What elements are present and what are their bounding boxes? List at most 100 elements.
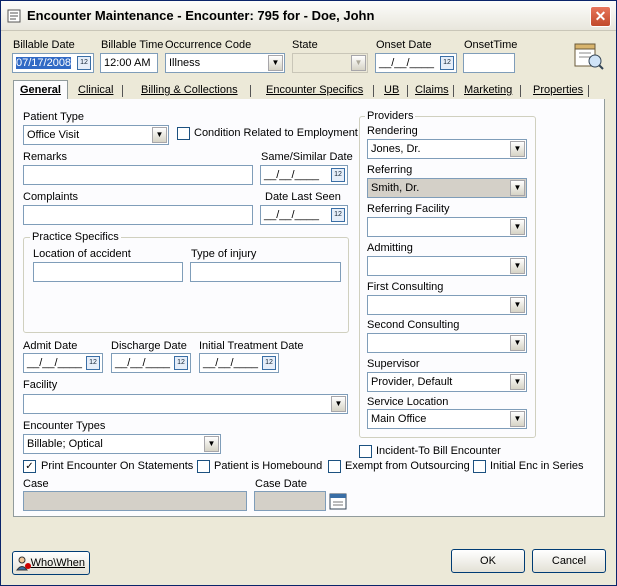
window-title: Encounter Maintenance - Encounter: 795 f…	[27, 8, 375, 23]
billable-date-field[interactable]: 07/17/2008 12	[12, 53, 94, 73]
referring-facility-select[interactable]: ▼	[367, 217, 527, 237]
incident-to-checkbox[interactable]	[359, 445, 372, 458]
encounter-types-label: Encounter Types	[23, 420, 106, 432]
rendering-select[interactable]: Jones, Dr. ▼	[367, 139, 527, 159]
tab-properties[interactable]: Properties	[527, 82, 589, 100]
condition-related-checkbox[interactable]	[177, 127, 190, 140]
discharge-date-value: __/__/____	[115, 357, 171, 369]
patient-homebound-checkbox[interactable]	[197, 460, 210, 473]
supervisor-select[interactable]: Provider, Default ▼	[367, 372, 527, 392]
print-on-statements-checkbox[interactable]: ✓	[23, 460, 36, 473]
billable-date-value: 07/17/2008	[16, 57, 72, 69]
date-last-seen-field[interactable]: __/__/____ 12	[260, 205, 348, 225]
chevron-down-icon[interactable]: ▼	[510, 180, 525, 196]
who-when-button[interactable]: Who\When	[12, 551, 90, 575]
case-label: Case	[23, 478, 49, 490]
case-field[interactable]	[23, 491, 247, 511]
type-of-injury-label: Type of injury	[191, 248, 257, 260]
chevron-down-icon[interactable]: ▼	[510, 335, 525, 351]
discharge-date-calendar-icon[interactable]: 12	[174, 356, 188, 370]
incident-to-label: Incident-To Bill Encounter	[376, 445, 501, 457]
onset-time-field[interactable]	[463, 53, 515, 73]
initial-treatment-date-field[interactable]: __/__/____ 12	[199, 353, 279, 373]
initial-enc-checkbox[interactable]	[473, 460, 486, 473]
chevron-down-icon[interactable]: ▼	[510, 141, 525, 157]
cancel-button[interactable]: Cancel	[532, 549, 606, 573]
providers-title: Providers	[365, 110, 416, 122]
location-of-accident-field[interactable]	[33, 262, 183, 282]
billable-date-calendar-icon[interactable]: 12	[77, 56, 91, 70]
close-button[interactable]: ✕	[590, 6, 611, 27]
supervisor-value: Provider, Default	[371, 376, 453, 388]
admit-date-value: __/__/____	[27, 357, 83, 369]
rendering-label: Rendering	[367, 125, 418, 137]
admit-date-field[interactable]: __/__/____ 12	[23, 353, 103, 373]
chevron-down-icon[interactable]: ▼	[510, 297, 525, 313]
tab-claims[interactable]: Claims	[409, 82, 455, 100]
tab-general[interactable]: General	[13, 80, 68, 100]
discharge-date-field[interactable]: __/__/____ 12	[111, 353, 191, 373]
admitting-select[interactable]: ▼	[367, 256, 527, 276]
complaints-field[interactable]	[23, 205, 253, 225]
onset-time-label: OnsetTime	[464, 39, 518, 51]
practice-specifics-title: Practice Specifics	[30, 231, 121, 243]
same-similar-date-field[interactable]: __/__/____ 12	[260, 165, 348, 185]
chevron-down-icon[interactable]: ▼	[268, 55, 283, 71]
print-on-statements-label: Print Encounter On Statements	[41, 460, 194, 472]
case-date-field[interactable]	[254, 491, 326, 511]
service-location-select[interactable]: Main Office ▼	[367, 409, 527, 429]
type-of-injury-field[interactable]	[190, 262, 341, 282]
exempt-outsourcing-checkbox[interactable]	[328, 460, 341, 473]
onset-date-field[interactable]: __/__/____ 12	[375, 53, 457, 73]
occurrence-code-select[interactable]: Illness ▼	[165, 53, 285, 73]
admit-date-calendar-icon[interactable]: 12	[86, 356, 100, 370]
chevron-down-icon[interactable]: ▼	[351, 55, 366, 71]
same-similar-date-calendar-icon[interactable]: 12	[331, 168, 345, 182]
second-consulting-select[interactable]: ▼	[367, 333, 527, 353]
tab-marketing[interactable]: Marketing	[458, 82, 518, 100]
facility-label: Facility	[23, 379, 58, 391]
condition-related-label: Condition Related to Employment	[194, 127, 358, 139]
encounter-maintenance-window: Encounter Maintenance - Encounter: 795 f…	[0, 0, 617, 586]
chevron-down-icon[interactable]: ▼	[510, 374, 525, 390]
chevron-down-icon[interactable]: ▼	[510, 258, 525, 274]
first-consulting-select[interactable]: ▼	[367, 295, 527, 315]
chevron-down-icon[interactable]: ▼	[204, 436, 219, 452]
calendar-search-icon[interactable]	[573, 39, 605, 71]
tab-billing-collections[interactable]: Billing & Collections	[135, 82, 244, 100]
case-date-calendar-icon[interactable]	[329, 492, 347, 510]
billable-time-label: Billable Time	[101, 39, 164, 51]
remarks-field[interactable]	[23, 165, 253, 185]
tab-encounter-specifics[interactable]: Encounter Specifics	[260, 82, 369, 100]
tab-separator	[588, 85, 589, 97]
onset-date-label: Onset Date	[376, 39, 432, 51]
ok-button[interactable]: OK	[451, 549, 525, 573]
patient-type-select[interactable]: Office Visit ▼	[23, 125, 169, 145]
initial-enc-label: Initial Enc in Series	[490, 460, 584, 472]
state-select[interactable]: ▼	[292, 53, 368, 73]
initial-treatment-date-calendar-icon[interactable]: 12	[262, 356, 276, 370]
occurrence-code-value: Illness	[169, 57, 201, 69]
initial-treatment-date-value: __/__/____	[203, 357, 259, 369]
chevron-down-icon[interactable]: ▼	[331, 396, 346, 412]
discharge-date-label: Discharge Date	[111, 340, 187, 352]
billable-time-field[interactable]: 12:00 AM	[100, 53, 158, 73]
encounter-types-select[interactable]: Billable; Optical ▼	[23, 434, 221, 454]
case-date-label: Case Date	[255, 478, 307, 490]
chevron-down-icon[interactable]: ▼	[510, 219, 525, 235]
date-last-seen-value: __/__/____	[264, 209, 320, 221]
facility-select[interactable]: ▼	[23, 394, 348, 414]
chevron-down-icon[interactable]: ▼	[152, 127, 167, 143]
service-location-value: Main Office	[371, 413, 427, 425]
initial-treatment-date-label: Initial Treatment Date	[199, 340, 304, 352]
chevron-down-icon[interactable]: ▼	[510, 411, 525, 427]
exempt-outsourcing-label: Exempt from Outsourcing	[345, 460, 470, 472]
date-last-seen-calendar-icon[interactable]: 12	[331, 208, 345, 222]
tab-clinical[interactable]: Clinical	[72, 82, 119, 100]
first-consulting-label: First Consulting	[367, 281, 444, 293]
second-consulting-label: Second Consulting	[367, 319, 460, 331]
referring-select[interactable]: Smith, Dr. ▼	[367, 178, 527, 198]
onset-date-calendar-icon[interactable]: 12	[440, 56, 454, 70]
tab-ub[interactable]: UB	[378, 82, 405, 100]
patient-type-label: Patient Type	[23, 111, 84, 123]
